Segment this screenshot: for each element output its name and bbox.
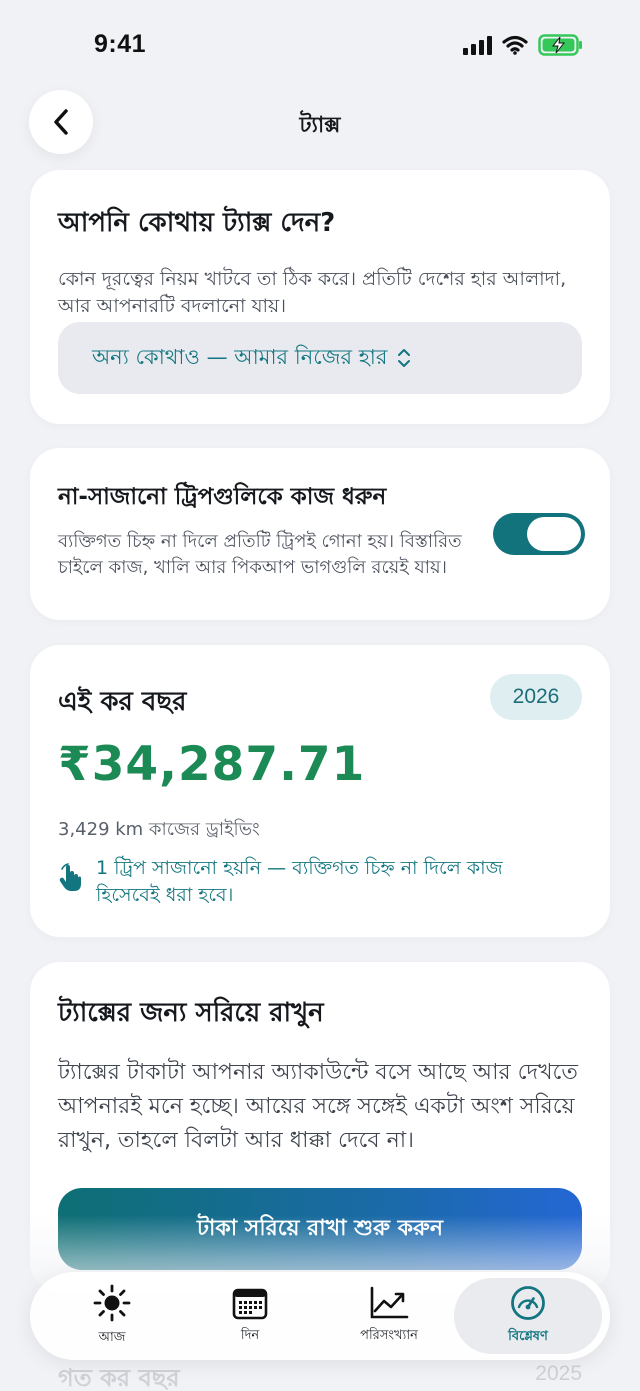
unsorted-trips-toggle[interactable] <box>493 513 585 555</box>
tab-analysis-label: বিশ্লেষণ <box>508 1328 548 1344</box>
tab-statistics[interactable]: পরিসংখ্যান <box>319 1272 459 1360</box>
signal-icon <box>463 35 492 55</box>
toggle-knob <box>527 517 581 551</box>
tax-year-badge: 2026 <box>490 674 582 720</box>
status-time: 9:41 <box>94 30 147 58</box>
unsorted-trips-description: ব্যক্তিগত চিহ্ন না দিলে প্রতিটি ট্রিপই গ… <box>58 531 462 578</box>
set-aside-description: ট্যাক্সের টাকাটা আপনার অ্যাকাউন্টে বসে আ… <box>58 1060 578 1153</box>
previous-tax-year-row[interactable]: গত কর বছর 2025 <box>58 1360 582 1391</box>
battery-charging-icon <box>538 34 582 56</box>
tax-location-description: কোন দূরত্বের নিয়ম খাটবে তা ঠিক করে। প্র… <box>58 268 567 317</box>
unsorted-trips-title: না-সাজানো ট্রিপগুলিকে কাজ ধরুন <box>58 484 387 510</box>
wifi-icon <box>502 35 528 55</box>
tax-year-title: এই কর বছর <box>58 687 187 717</box>
tab-days-label: দিন <box>240 1327 260 1343</box>
tax-location-card: আপনি কোথায় ট্যাক্স দেন? কোন দূরত্বের নি… <box>30 170 610 424</box>
sun-icon <box>93 1284 131 1321</box>
status-bar: 9:41 <box>0 0 640 90</box>
status-icons <box>463 34 584 56</box>
tax-year-card: এই কর বছর 2026 ₹34,287.71 3,429 km কাজের… <box>30 645 610 937</box>
gauge-icon <box>511 1285 545 1320</box>
tab-bar: আজ দিন পরিসংখ্যান বিশ্লেষণ <box>30 1272 610 1360</box>
calendar-icon <box>232 1288 268 1319</box>
tab-statistics-label: পরিসংখ্যান <box>360 1327 418 1343</box>
tax-amount: ₹34,287.71 <box>58 737 366 792</box>
tax-region-select[interactable]: অন্য কোথাও — আমার নিজের হার <box>58 322 582 394</box>
page-title: ট্যাক্স <box>299 113 341 138</box>
set-aside-title: ট্যাক্সের জন্য সরিয়ে রাখুন <box>58 998 324 1028</box>
unsorted-trip-note-text: 1 ট্রিপ সাজানো হয়নি — ব্যক্তিগত চিহ্ন ন… <box>96 857 503 906</box>
tab-today[interactable]: আজ <box>42 1272 182 1360</box>
chevron-up-down-icon <box>398 349 411 367</box>
chart-icon <box>370 1286 409 1318</box>
nav-header: ট্যাক্স <box>0 90 640 156</box>
tax-region-value: অন্য কোথাও — আমার নিজের হার <box>92 344 388 369</box>
tab-today-label: আজ <box>98 1329 126 1345</box>
hand-tap-icon <box>58 855 96 909</box>
work-driving-distance: 3,429 km কাজের ড্রাইভিং <box>58 819 260 840</box>
previous-tax-year-title: গত কর বছর <box>58 1364 180 1391</box>
previous-tax-year-badge: 2025 <box>535 1362 582 1385</box>
unsorted-trips-card: না-সাজানো ট্রিপগুলিকে কাজ ধরুন ব্যক্তিগত… <box>30 448 610 620</box>
tab-analysis[interactable]: বিশ্লেষণ <box>454 1278 602 1354</box>
tax-location-title: আপনি কোথায় ট্যাক্স দেন? <box>58 208 336 238</box>
tab-days[interactable]: দিন <box>180 1272 320 1360</box>
unsorted-trip-note[interactable]: 1 ট্রিপ সাজানো হয়নি — ব্যক্তিগত চিহ্ন ন… <box>58 855 558 909</box>
